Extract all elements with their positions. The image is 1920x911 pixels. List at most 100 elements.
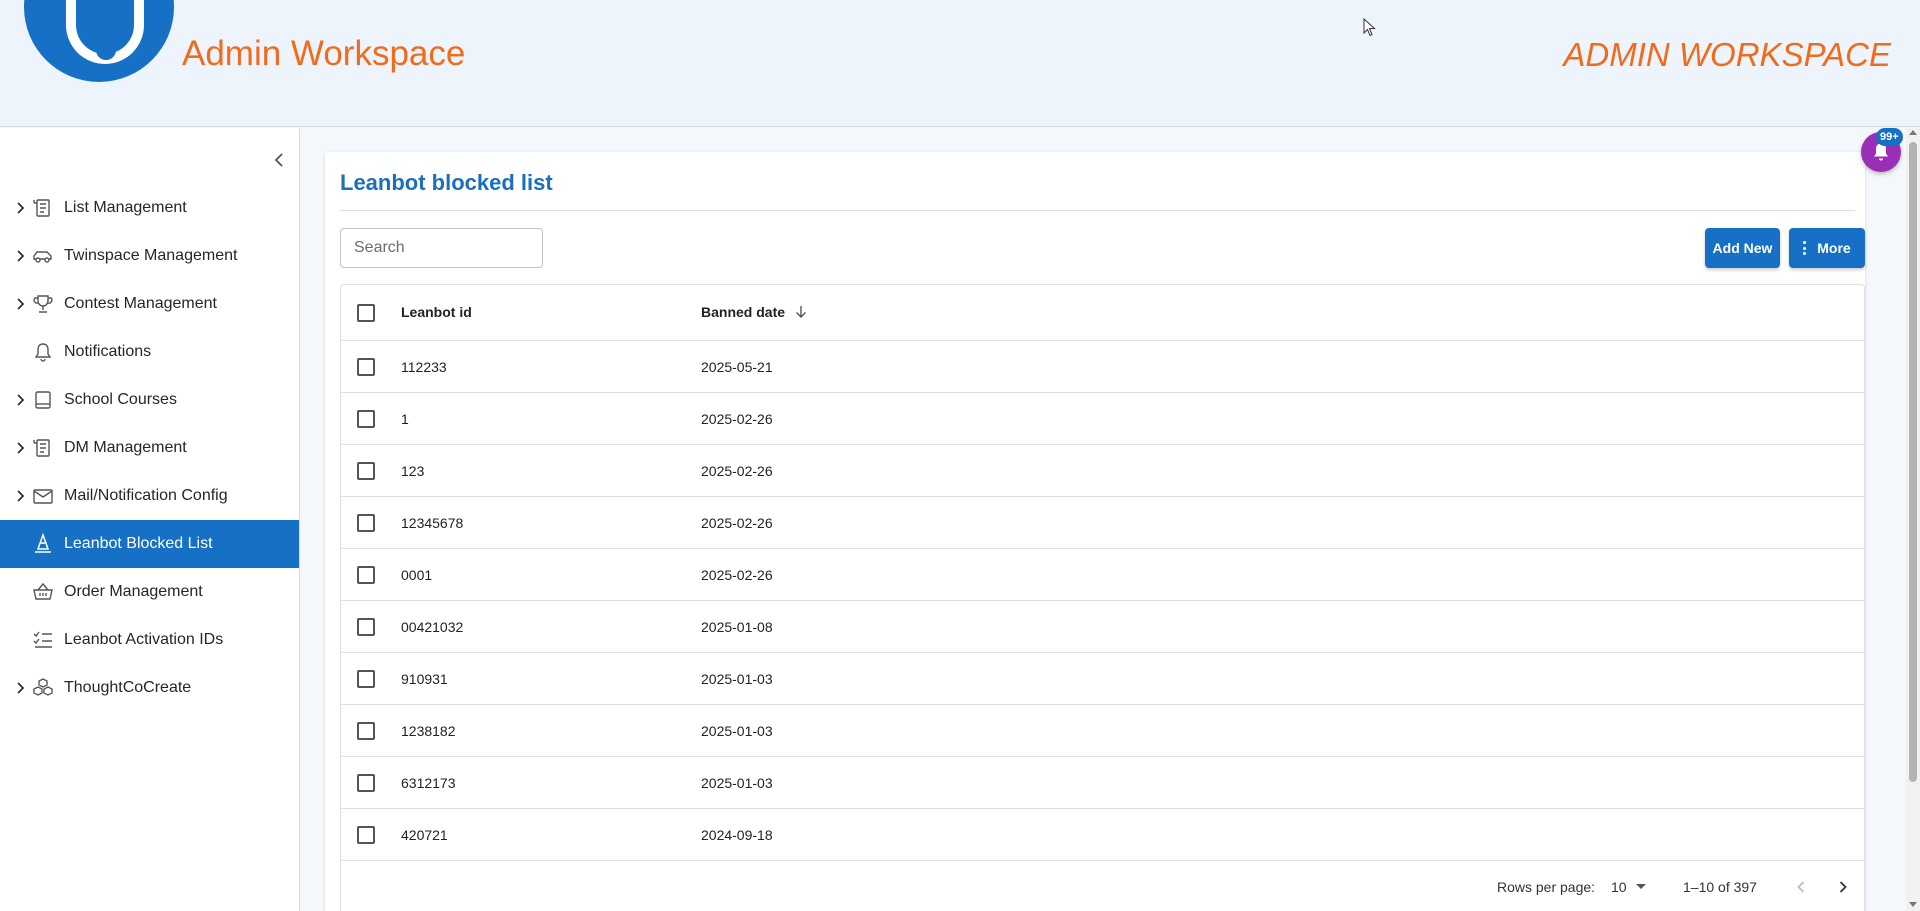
sidebar-item-school-courses[interactable]: School Courses <box>0 376 299 424</box>
row-checkbox[interactable] <box>357 358 375 376</box>
sidebar-item-label: Notifications <box>64 343 152 360</box>
sidebar-item-label: Mail/Notification Config <box>64 487 228 504</box>
more-button[interactable]: More <box>1789 228 1865 268</box>
chevron-right-icon[interactable] <box>12 296 28 312</box>
basket-icon <box>33 582 53 600</box>
row-checkbox[interactable] <box>357 618 375 636</box>
scroll-thumb[interactable] <box>1909 142 1917 782</box>
page-scrollbar[interactable] <box>1906 128 1920 911</box>
row-checkbox[interactable] <box>357 826 375 844</box>
title-divider <box>340 210 1855 211</box>
row-checkbox[interactable] <box>357 774 375 792</box>
bell-icon <box>34 343 52 362</box>
app-logo[interactable] <box>24 0 174 82</box>
chevron-right-icon[interactable] <box>12 248 28 264</box>
sidebar: List Management Twinspace Management Conte… <box>0 128 300 911</box>
table-row[interactable]: 1238182 2025-01-03 <box>341 705 1864 757</box>
sidebar-item-label: Contest Management <box>64 295 217 312</box>
list-icon <box>33 199 50 217</box>
row-checkbox[interactable] <box>357 462 375 480</box>
sidebar-item-notifications[interactable]: Notifications <box>0 328 299 376</box>
more-button-label: More <box>1817 240 1851 256</box>
row-checkbox[interactable] <box>357 566 375 584</box>
table-row[interactable]: 420721 2024-09-18 <box>341 809 1864 861</box>
sidebar-item-twinspace-management[interactable]: Twinspace Management <box>0 232 299 280</box>
cell-banned-date: 2025-01-03 <box>701 671 773 687</box>
notification-count-badge: 99+ <box>1876 128 1903 146</box>
cell-leanbot-id: 1238182 <box>401 723 456 739</box>
sidebar-item-label: List Management <box>64 199 187 216</box>
car-icon <box>33 251 52 263</box>
table-header: Leanbot id Banned date <box>341 285 1864 341</box>
cell-leanbot-id: 00421032 <box>401 619 464 635</box>
table-row[interactable]: 0001 2025-02-26 <box>341 549 1864 601</box>
table-row[interactable]: 12345678 2025-02-26 <box>341 497 1864 549</box>
cell-banned-date: 2025-02-26 <box>701 567 773 583</box>
table-row[interactable]: 910931 2025-01-03 <box>341 653 1864 705</box>
cell-leanbot-id: 1 <box>401 411 409 427</box>
trophy-icon <box>33 295 53 313</box>
sidebar-item-contest-management[interactable]: Contest Management <box>0 280 299 328</box>
table-row[interactable]: 6312173 2025-01-03 <box>341 757 1864 809</box>
main-card: Leanbot blocked list Add New More Leanbo… <box>325 152 1865 911</box>
sidebar-item-leanbot-activation-ids[interactable]: Leanbot Activation IDs <box>0 616 299 664</box>
cell-leanbot-id: 123 <box>401 463 425 479</box>
chevron-right-icon[interactable] <box>12 392 28 408</box>
rows-per-page-caret-icon[interactable] <box>1636 884 1646 889</box>
sidebar-item-leanbot-blocked-list[interactable]: Leanbot Blocked List <box>0 520 299 568</box>
cell-leanbot-id: 112233 <box>401 359 447 375</box>
next-page-icon[interactable] <box>1833 877 1853 897</box>
mail-icon <box>33 489 53 504</box>
sidebar-item-label: Leanbot Blocked List <box>64 535 213 552</box>
scroll-up-arrow-icon[interactable] <box>1909 130 1917 135</box>
sidebar-item-dm-management[interactable]: DM Management <box>0 424 299 472</box>
sidebar-item-list-management[interactable]: List Management <box>0 184 299 232</box>
chevron-right-icon[interactable] <box>12 680 28 696</box>
more-vertical-icon <box>1803 241 1807 255</box>
table-row[interactable]: 112233 2025-05-21 <box>341 341 1864 393</box>
data-table: Leanbot id Banned date 112233 2025-05-21 1… <box>340 284 1865 911</box>
sort-descending-icon[interactable] <box>793 304 809 320</box>
select-all-checkbox[interactable] <box>357 304 375 322</box>
sidebar-item-label: Twinspace Management <box>64 247 238 264</box>
column-header-banned-date[interactable]: Banned date <box>701 304 785 320</box>
row-checkbox[interactable] <box>357 670 375 688</box>
cell-banned-date: 2025-01-08 <box>701 619 773 635</box>
cell-leanbot-id: 0001 <box>401 567 433 583</box>
cell-banned-date: 2025-01-03 <box>701 775 773 791</box>
chevron-right-icon[interactable] <box>12 440 28 456</box>
checklist-icon <box>33 631 52 648</box>
add-new-button[interactable]: Add New <box>1705 228 1780 268</box>
cell-banned-date: 2025-02-26 <box>701 411 773 427</box>
rows-per-page-select[interactable]: 10 <box>1611 879 1627 895</box>
previous-page-icon[interactable] <box>1791 877 1811 897</box>
sidebar-item-label: Leanbot Activation IDs <box>64 631 224 648</box>
collapse-sidebar-icon[interactable] <box>269 150 289 170</box>
chevron-right-icon[interactable] <box>12 200 28 216</box>
cell-banned-date: 2025-05-21 <box>701 359 773 375</box>
cell-banned-date: 2025-02-26 <box>701 515 773 531</box>
cell-leanbot-id: 420721 <box>401 827 448 843</box>
column-header-leanbot-id[interactable]: Leanbot id <box>401 304 472 320</box>
sidebar-item-thoughtcocreate[interactable]: ThoughtCoCreate <box>0 664 299 712</box>
cell-banned-date: 2024-09-18 <box>701 827 773 843</box>
table-row[interactable]: 123 2025-02-26 <box>341 445 1864 497</box>
cubes-icon <box>33 678 53 696</box>
sidebar-item-label: ThoughtCoCreate <box>64 679 192 696</box>
cell-banned-date: 2025-02-26 <box>701 463 773 479</box>
sidebar-item-order-management[interactable]: Order Management <box>0 568 299 616</box>
sidebar-item-mail-notification-config[interactable]: Mail/Notification Config <box>0 472 299 520</box>
sidebar-item-label: DM Management <box>64 439 187 456</box>
chevron-right-icon[interactable] <box>12 488 28 504</box>
scroll-down-arrow-icon[interactable] <box>1909 902 1917 907</box>
sidebar-item-label: School Courses <box>64 391 177 408</box>
cell-banned-date: 2025-01-03 <box>701 723 773 739</box>
top-header: Admin Workspace ADMIN WORKSPACE <box>0 0 1920 127</box>
row-checkbox[interactable] <box>357 410 375 428</box>
sidebar-nav: List Management Twinspace Management Conte… <box>0 184 299 712</box>
row-checkbox[interactable] <box>357 514 375 532</box>
search-input[interactable] <box>340 228 543 268</box>
table-row[interactable]: 1 2025-02-26 <box>341 393 1864 445</box>
table-row[interactable]: 00421032 2025-01-08 <box>341 601 1864 653</box>
row-checkbox[interactable] <box>357 722 375 740</box>
